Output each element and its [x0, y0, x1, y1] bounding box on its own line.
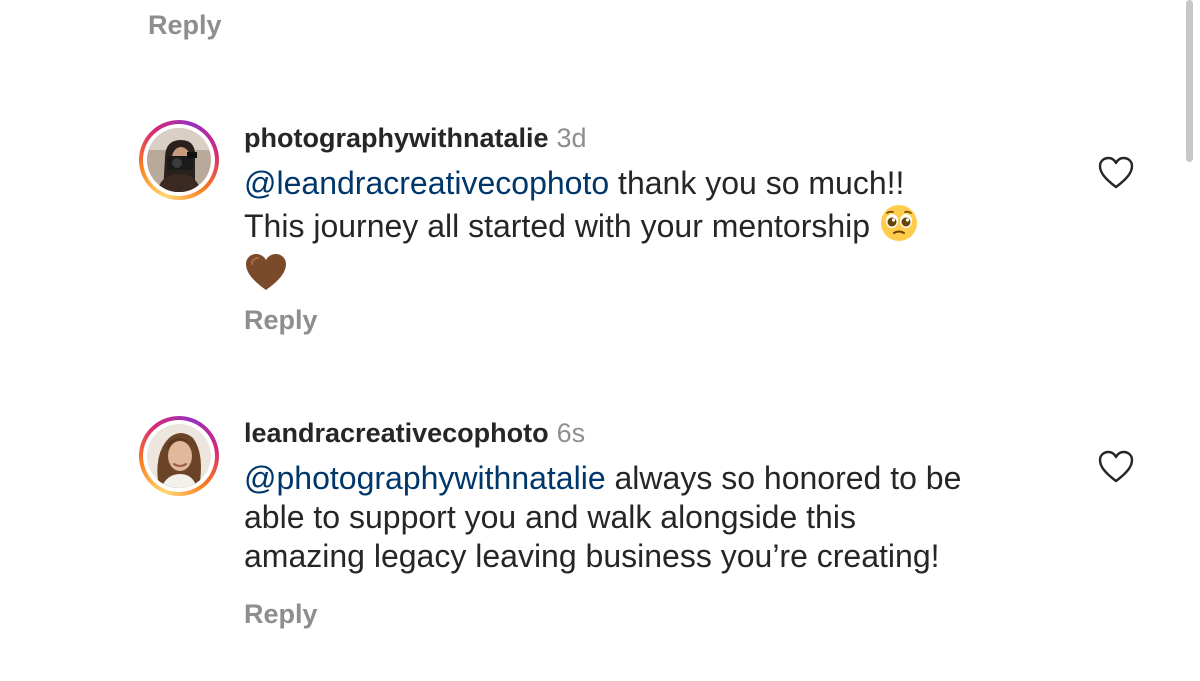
- comment-text-line: This journey all started with your mento…: [244, 208, 871, 244]
- mention-link[interactable]: @photographywithnatalie: [244, 460, 606, 496]
- comment-text-line: amazing legacy leaving business you’re c…: [244, 538, 940, 574]
- avatar[interactable]: [139, 416, 219, 496]
- scrollbar[interactable]: [1186, 0, 1193, 162]
- mention-link[interactable]: @leandracreativecophoto: [244, 165, 609, 201]
- timestamp: 3d: [556, 123, 587, 153]
- reply-button-previous[interactable]: Reply: [148, 10, 222, 41]
- username[interactable]: leandracreativecophoto: [244, 418, 549, 448]
- comment-header: leandracreativecophoto 6s: [244, 418, 585, 449]
- username[interactable]: photographywithnatalie: [244, 123, 549, 153]
- comment-text-line: always so honored to be: [605, 460, 962, 496]
- reply-button[interactable]: Reply: [244, 599, 318, 630]
- comment-text: @leandracreativecophoto thank you so muc…: [244, 164, 1064, 301]
- comment-header: photographywithnatalie 3d: [244, 123, 587, 154]
- reply-button[interactable]: Reply: [244, 305, 318, 336]
- pleading-face-emoji: [879, 203, 919, 252]
- heart-outline-icon[interactable]: [1098, 156, 1134, 190]
- comment-text-line: thank you so much!!: [609, 165, 905, 201]
- comment-text: @photographywithnatalie always so honore…: [244, 459, 1064, 576]
- comment-text-line: able to support you and walk alongside t…: [244, 499, 856, 535]
- avatar-photo: [147, 128, 211, 192]
- brown-heart-emoji: [244, 252, 288, 301]
- avatar-photo: [147, 424, 211, 488]
- timestamp: 6s: [556, 418, 586, 448]
- avatar[interactable]: [139, 120, 219, 200]
- heart-outline-icon[interactable]: [1098, 450, 1134, 484]
